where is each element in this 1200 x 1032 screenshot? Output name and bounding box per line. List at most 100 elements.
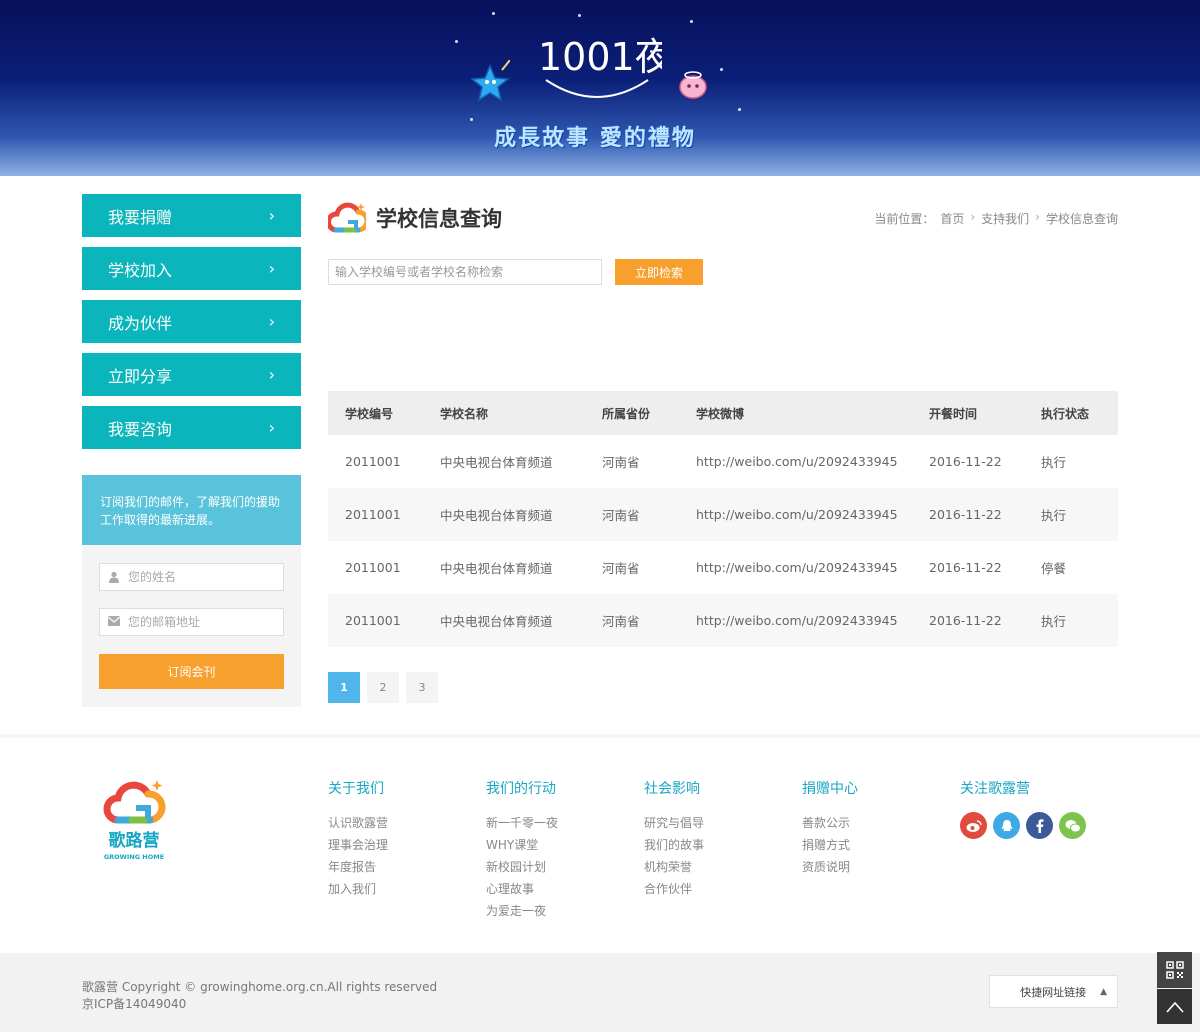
breadcrumb-separator: ›: [1035, 210, 1040, 224]
breadcrumb: 当前位置： 首页 › 支持我们 › 学校信息查询: [874, 210, 1118, 227]
footer-column-impact: 社会影响 研究与倡导 我们的故事 机构荣誉 合作伙伴: [644, 778, 704, 900]
footer-link[interactable]: 捐赠方式: [802, 834, 858, 856]
footer-link[interactable]: 研究与倡导: [644, 812, 704, 834]
svg-text:1001夜: 1001夜: [538, 35, 662, 79]
sidebar-item-label: 立即分享: [108, 366, 173, 386]
footer-link[interactable]: 心理故事: [486, 878, 558, 900]
weibo-link[interactable]: http://weibo.com/u/2092433945: [696, 594, 929, 647]
column-header: 学校名称: [440, 391, 602, 435]
footer-column-title: 关于我们: [328, 781, 384, 797]
school-name-cell: 中央电视台体育频道: [440, 594, 602, 647]
name-field[interactable]: [99, 563, 284, 591]
sidebar-item-label: 成为伙伴: [108, 313, 173, 333]
province-cell: 河南省: [602, 455, 640, 470]
footer-link[interactable]: 为爱走一夜: [486, 900, 558, 922]
school-name-cell: 中央电视台体育频道: [440, 455, 553, 470]
quick-links-dropdown[interactable]: 快捷网址链接 ▲: [989, 975, 1118, 1008]
pagination: 1 2 3: [328, 672, 438, 703]
footer-link[interactable]: 合作伙伴: [644, 878, 704, 900]
banner-slogan: 成長故事 愛的禮物: [494, 126, 696, 151]
start-date-cell: 2016-11-22: [929, 594, 1041, 647]
footer-link[interactable]: 资质说明: [802, 856, 858, 878]
footer-link[interactable]: 加入我们: [328, 878, 388, 900]
status-cell: 执行: [1041, 488, 1118, 541]
table-header-row: 学校编号 学校名称 所属省份 学校微博 开餐时间 执行状态: [328, 391, 1118, 435]
back-to-top-button[interactable]: [1157, 989, 1192, 1024]
footer-link[interactable]: 机构荣誉: [644, 856, 704, 878]
breadcrumb-prefix: 当前位置：: [874, 212, 935, 226]
banner-logo: 1001夜: [538, 35, 662, 98]
sidebar-item-label: 我要咨询: [108, 419, 173, 439]
footer-column-title: 捐赠中心: [802, 781, 858, 797]
footer-bottom-bar: 歌露营 Copyright © growinghome.org.cn.All r…: [0, 953, 1200, 1032]
footer-column-follow: 关注歌露营: [960, 778, 1086, 839]
footer-link[interactable]: 理事会治理: [328, 834, 388, 856]
status-cell: 执行: [1041, 455, 1067, 470]
footer-link[interactable]: 我们的故事: [644, 834, 704, 856]
sidebar-item-consult[interactable]: 我要咨询 ›: [82, 406, 301, 449]
province-cell: 河南省: [602, 488, 696, 541]
weibo-link[interactable]: http://weibo.com/u/2092433945: [696, 488, 929, 541]
province-cell: 河南省: [602, 594, 696, 647]
copyright: 歌露营 Copyright © growinghome.org.cn.All r…: [82, 979, 437, 1013]
start-date-cell: 2016-11-22: [929, 488, 1041, 541]
svg-text:歌路营: 歌路营: [109, 830, 160, 851]
footer-column-title: 我们的行动: [486, 781, 556, 797]
subscribe-button[interactable]: 订阅会刊: [99, 654, 284, 689]
footer-divider: [0, 734, 1200, 738]
school-name-cell: 中央电视台体育频道: [440, 561, 553, 576]
subscribe-panel: 订阅我们的邮件，了解我们的援助工作取得的最新进展。 订阅会刊: [82, 475, 301, 707]
page-3-button[interactable]: 3: [406, 672, 438, 703]
page-2-button[interactable]: 2: [367, 672, 399, 703]
header-banner: 1001夜 成長故事 愛的禮物: [0, 0, 1200, 176]
icp-number: 京ICP备14049040: [82, 997, 187, 1011]
sidebar-item-label: 我要捐赠: [108, 207, 173, 227]
email-input[interactable]: [128, 615, 278, 629]
school-table: 学校编号 学校名称 所属省份 学校微博 开餐时间 执行状态 2011001 中央…: [328, 391, 1118, 647]
email-field[interactable]: [99, 608, 284, 636]
status-cell: 执行: [1041, 594, 1118, 647]
weibo-link[interactable]: http://weibo.com/u/2092433945: [696, 541, 929, 594]
sidebar-nav: 我要捐赠 › 学校加入 › 成为伙伴 › 立即分享 › 我要咨询 ›: [82, 194, 301, 459]
province-cell: 河南省: [602, 561, 640, 576]
svg-text:GROWING HOME: GROWING HOME: [104, 853, 164, 861]
footer-logo: 歌路营 GROWING HOME: [100, 776, 170, 866]
footer-link[interactable]: 年度报告: [328, 856, 388, 878]
sidebar-item-donate[interactable]: 我要捐赠 ›: [82, 194, 301, 237]
table-row: 2011001 中央电视台体育频道 河南省 http://weibo.com/u…: [328, 594, 1118, 647]
sidebar-item-share[interactable]: 立即分享 ›: [82, 353, 301, 396]
facebook-icon[interactable]: [1026, 812, 1053, 839]
weibo-link[interactable]: http://weibo.com/u/2092433945: [696, 435, 929, 488]
name-input[interactable]: [128, 570, 278, 584]
sidebar-item-label: 学校加入: [108, 260, 173, 280]
weibo-icon[interactable]: [960, 812, 987, 839]
footer-link[interactable]: 善款公示: [802, 812, 858, 834]
qr-code-button[interactable]: [1157, 952, 1192, 988]
chevron-right-icon: ›: [268, 365, 275, 384]
breadcrumb-separator: ›: [970, 210, 976, 224]
page-title: 学校信息查询: [376, 207, 502, 231]
sidebar-item-partner[interactable]: 成为伙伴 ›: [82, 300, 301, 343]
search-button[interactable]: 立即检索: [615, 259, 703, 285]
footer-link[interactable]: 新校园计划: [486, 856, 558, 878]
growing-home-logo-icon: 歌路营 GROWING HOME: [103, 780, 166, 861]
footer-column-donate: 捐赠中心 善款公示 捐赠方式 资质说明: [802, 778, 858, 878]
breadcrumb-home[interactable]: 首页: [940, 210, 964, 227]
wechat-icon[interactable]: [1059, 812, 1086, 839]
page-1-button[interactable]: 1: [328, 672, 360, 703]
footer-link[interactable]: 认识歌露营: [328, 812, 388, 834]
footer-link[interactable]: 新一千零一夜: [486, 812, 558, 834]
chevron-up-icon: [1165, 1001, 1184, 1013]
start-date-cell: 2016-11-22: [929, 454, 1002, 469]
sidebar-item-school-join[interactable]: 学校加入 ›: [82, 247, 301, 290]
footer-link[interactable]: WHY课堂: [486, 834, 558, 856]
school-id-cell: 2011001: [328, 488, 440, 541]
user-icon: [108, 571, 120, 583]
breadcrumb-support-us[interactable]: 支持我们: [981, 210, 1029, 227]
qq-icon[interactable]: [993, 812, 1020, 839]
school-search-input[interactable]: [328, 259, 602, 285]
status-cell: 停餐: [1041, 561, 1067, 576]
subscribe-intro: 订阅我们的邮件，了解我们的援助工作取得的最新进展。: [82, 475, 301, 545]
pink-mascot: [679, 71, 707, 99]
cloud-logo-icon: [328, 202, 366, 233]
